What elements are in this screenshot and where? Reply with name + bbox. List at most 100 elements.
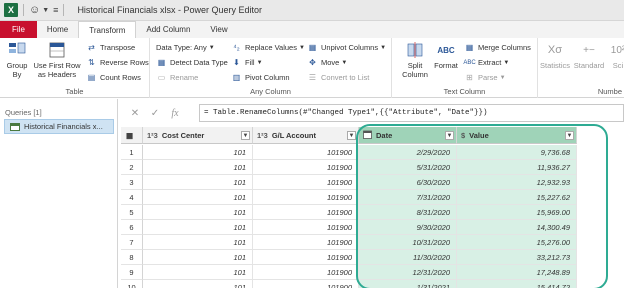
cell-gl-account[interactable]: 101900 — [253, 175, 359, 190]
row-number[interactable]: 6 — [121, 220, 143, 235]
merge-columns-button[interactable]: ▦ Merge Columns — [464, 42, 531, 53]
cell-cost-center[interactable]: 101 — [143, 190, 253, 205]
reverse-rows-button[interactable]: ⇅ Reverse Rows — [86, 57, 149, 68]
tab-add-column[interactable]: Add Column — [136, 21, 200, 38]
cell-gl-account[interactable]: 101900 — [253, 265, 359, 280]
filter-dropdown-icon[interactable]: ▼ — [347, 131, 356, 140]
cell-date[interactable]: 9/30/2020 — [359, 220, 457, 235]
cell-gl-account[interactable]: 101900 — [253, 220, 359, 235]
row-number[interactable]: 4 — [121, 190, 143, 205]
cell-date[interactable]: 2/29/2020 — [359, 145, 457, 160]
tab-view[interactable]: View — [200, 21, 237, 38]
column-header-date[interactable]: Date ▼ — [359, 127, 457, 144]
formula-input[interactable]: = Table.RenameColumns(#"Changed Type1",{… — [199, 104, 624, 122]
detect-data-type-button[interactable]: ▦ Detect Data Type — [156, 57, 228, 68]
cell-cost-center[interactable]: 101 — [143, 235, 253, 250]
cell-cost-center[interactable]: 101 — [143, 250, 253, 265]
query-item[interactable]: Historical Financials x... — [4, 119, 114, 134]
date-type-icon[interactable] — [363, 130, 372, 141]
format-button[interactable]: ABC Format — [432, 41, 460, 71]
row-number[interactable]: 2 — [121, 160, 143, 175]
currency-type-icon[interactable]: $ — [461, 131, 465, 140]
row-number[interactable]: 1 — [121, 145, 143, 160]
cell-gl-account[interactable]: 101900 — [253, 235, 359, 250]
row-number[interactable]: 9 — [121, 265, 143, 280]
customize-icon[interactable]: ≡ — [53, 5, 58, 15]
cell-cost-center[interactable]: 101 — [143, 265, 253, 280]
smiley-icon[interactable]: ☺ — [29, 4, 40, 16]
move-button[interactable]: ✥ Move ▼ — [307, 57, 347, 68]
cell-value[interactable]: 12,932.93 — [457, 175, 577, 190]
cell-value[interactable]: 15,414.72 — [457, 280, 577, 288]
fill-button[interactable]: ⬇ Fill ▼ — [231, 57, 262, 68]
cell-cost-center[interactable]: 101 — [143, 175, 253, 190]
extract-button[interactable]: ABC Extract ▼ — [463, 57, 509, 68]
row-number[interactable]: 7 — [121, 235, 143, 250]
tab-transform[interactable]: Transform — [78, 21, 137, 38]
unpivot-columns-button[interactable]: ▦ Unpivot Columns ▼ — [307, 42, 386, 53]
cell-date[interactable]: 8/31/2020 — [359, 205, 457, 220]
tab-file[interactable]: File — [0, 21, 37, 38]
rename-button[interactable]: ▭ Rename — [156, 72, 199, 83]
confirm-icon[interactable]: ✓ — [145, 108, 165, 119]
replace-values-button[interactable]: ⁴₂ Replace Values ▼ — [231, 42, 305, 53]
move-label: Move — [321, 58, 340, 67]
fx-icon[interactable]: fx — [165, 108, 185, 119]
whole-number-type-icon[interactable]: 1²3 — [257, 131, 268, 140]
cell-date[interactable]: 1/31/2021 — [359, 280, 457, 288]
cell-value[interactable]: 15,227.62 — [457, 190, 577, 205]
scientific-button[interactable]: 10² Sci — [608, 41, 624, 70]
cell-value[interactable]: 15,276.00 — [457, 235, 577, 250]
standard-button[interactable]: +− Standard — [574, 41, 604, 70]
cell-gl-account[interactable]: 101900 — [253, 250, 359, 265]
cell-gl-account[interactable]: 101900 — [253, 280, 359, 288]
queries-header[interactable]: Queries [1] — [5, 108, 42, 117]
cell-value[interactable]: 14,300.49 — [457, 220, 577, 235]
split-column-button[interactable]: Split Column — [398, 41, 432, 79]
cell-date[interactable]: 6/30/2020 — [359, 175, 457, 190]
column-header-gl-account[interactable]: 1²3 G/L Account ▼ — [253, 127, 359, 144]
cell-cost-center[interactable]: 101 — [143, 145, 253, 160]
cell-value[interactable]: 33,212.73 — [457, 250, 577, 265]
filter-dropdown-icon[interactable]: ▼ — [241, 131, 250, 140]
tab-home[interactable]: Home — [37, 21, 78, 38]
convert-to-list-button[interactable]: ☰ Convert to List — [307, 72, 369, 83]
cell-cost-center[interactable]: 101 — [143, 280, 253, 288]
row-number[interactable]: 8 — [121, 250, 143, 265]
cell-date[interactable]: 7/31/2020 — [359, 190, 457, 205]
cell-date[interactable]: 12/31/2020 — [359, 265, 457, 280]
table-corner-button[interactable]: ▦ — [121, 127, 143, 144]
count-rows-button[interactable]: ▤ Count Rows — [86, 72, 141, 83]
cell-cost-center[interactable]: 101 — [143, 205, 253, 220]
cancel-icon[interactable]: ✕ — [125, 108, 145, 119]
row-number[interactable]: 10 — [121, 280, 143, 288]
column-header-value[interactable]: $ Value ▼ — [457, 127, 577, 144]
cell-gl-account[interactable]: 101900 — [253, 145, 359, 160]
cell-date[interactable]: 5/31/2020 — [359, 160, 457, 175]
cell-gl-account[interactable]: 101900 — [253, 190, 359, 205]
cell-gl-account[interactable]: 101900 — [253, 160, 359, 175]
cell-cost-center[interactable]: 101 — [143, 220, 253, 235]
row-number[interactable]: 5 — [121, 205, 143, 220]
cell-date[interactable]: 11/30/2020 — [359, 250, 457, 265]
caret-down-icon[interactable]: ▼ — [42, 7, 49, 14]
cell-cost-center[interactable]: 101 — [143, 160, 253, 175]
column-header-cost-center[interactable]: 1²3 Cost Center ▼ — [143, 127, 253, 144]
cell-value[interactable]: 11,936.27 — [457, 160, 577, 175]
data-type-dropdown[interactable]: Data Type: Any ▼ — [156, 42, 215, 53]
cell-date[interactable]: 10/31/2020 — [359, 235, 457, 250]
pivot-column-button[interactable]: ▥ Pivot Column — [231, 72, 290, 83]
cell-gl-account[interactable]: 101900 — [253, 205, 359, 220]
filter-dropdown-icon[interactable]: ▼ — [445, 131, 454, 140]
cell-value[interactable]: 15,969.00 — [457, 205, 577, 220]
cell-value[interactable]: 17,248.89 — [457, 265, 577, 280]
filter-dropdown-icon[interactable]: ▼ — [565, 131, 574, 140]
group-by-button[interactable]: Group By — [4, 41, 30, 79]
use-first-row-button[interactable]: Use First Row as Headers — [32, 41, 82, 79]
transpose-button[interactable]: ⇄ Transpose — [86, 42, 135, 53]
statistics-button[interactable]: Χσ Statistics — [540, 41, 570, 70]
cell-value[interactable]: 9,736.68 — [457, 145, 577, 160]
parse-button[interactable]: ⊞ Parse ▼ — [464, 72, 505, 83]
row-number[interactable]: 3 — [121, 175, 143, 190]
whole-number-type-icon[interactable]: 1²3 — [147, 131, 158, 140]
